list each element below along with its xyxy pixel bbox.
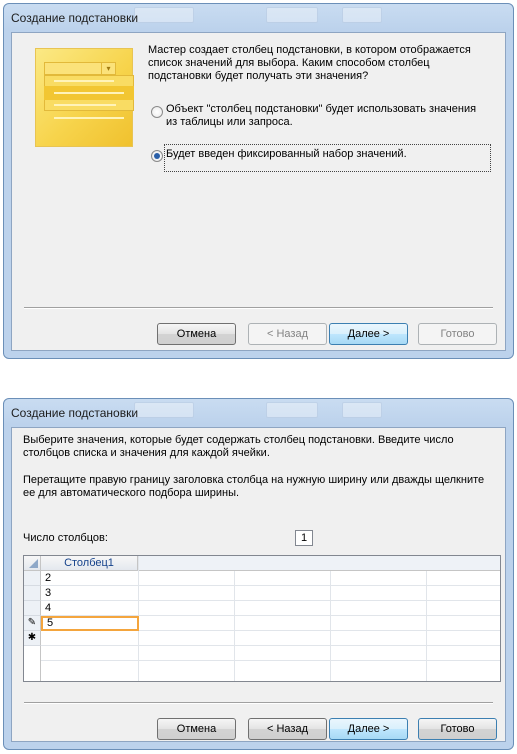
grid-cell-new[interactable] [42, 631, 138, 646]
dialog-body: Выберите значения, которые будет содержа… [11, 427, 506, 742]
finish-button[interactable]: Готово [418, 323, 497, 345]
columns-count-label: Число столбцов: [23, 532, 108, 544]
background-window-ghost [266, 7, 318, 23]
drag-hint-text: Перетащите правую границу заголовка стол… [23, 474, 484, 500]
header-filler [139, 556, 500, 571]
edit-pencil-icon[interactable]: ✎ [24, 616, 41, 631]
intro-line: подстановки будет получать эти значения? [148, 70, 369, 82]
combo-graphic: ▾ [44, 62, 116, 75]
row-selector[interactable] [24, 571, 41, 586]
lookup-wizard-step1-window: Создание подстановки ▾ Мастер создает ст… [3, 3, 514, 359]
cancel-button[interactable]: Отмена [157, 718, 236, 740]
background-window-ghost [134, 402, 194, 418]
intro-line: Мастер создает столбец подстановки, в ко… [148, 44, 471, 56]
line-graphic [54, 92, 124, 94]
background-window-ghost [342, 7, 382, 23]
column-header[interactable]: Столбец1 [41, 556, 138, 571]
back-button[interactable]: < Назад [248, 323, 327, 345]
background-window-ghost [342, 402, 382, 418]
separator [24, 702, 493, 704]
wizard-illustration: ▾ [35, 48, 134, 147]
radio-fixed-values[interactable] [151, 150, 163, 162]
grid-cell[interactable]: 2 [42, 571, 138, 586]
grid-cell[interactable]: 4 [42, 601, 138, 616]
instruction-line: Выберите значения, которые будет содержа… [23, 434, 454, 446]
next-button[interactable]: Далее > [329, 718, 408, 740]
option-line: Будет введен фиксированный набор значени… [166, 148, 407, 160]
dialog-body: ▾ Мастер создает столбец подстановки, в … [11, 32, 506, 351]
instruction-text: Выберите значения, которые будет содержа… [23, 434, 454, 460]
hint-line: Перетащите правую границу заголовка стол… [23, 474, 485, 486]
radio-table-query[interactable] [151, 106, 163, 118]
grid-cell[interactable]: 3 [42, 586, 138, 601]
values-grid[interactable]: Столбец1 ✎ ✱ 2 3 4 5 [23, 555, 501, 682]
hint-line: ее для автоматического подбора ширины. [23, 487, 240, 499]
background-window-ghost [266, 402, 318, 418]
row-selector[interactable] [24, 601, 41, 616]
cancel-button[interactable]: Отмена [157, 323, 236, 345]
window-title: Создание подстановки [11, 11, 139, 25]
back-button[interactable]: < Назад [248, 718, 327, 740]
next-button[interactable]: Далее > [329, 323, 408, 345]
separator [24, 307, 493, 309]
option-line: Объект "столбец подстановки" будет испол… [166, 103, 477, 115]
intro-text: Мастер создает столбец подстановки, в ко… [148, 44, 471, 83]
radio-fixed-values-label[interactable]: Будет введен фиксированный набор значени… [166, 148, 407, 161]
columns-count-input[interactable]: 1 [295, 530, 313, 546]
row-selector[interactable] [24, 586, 41, 601]
background-window-ghost [134, 7, 194, 23]
intro-line: список значений для выбора. Каким способ… [148, 57, 430, 69]
title-bar[interactable]: Создание подстановки [4, 399, 513, 427]
window-title: Создание подстановки [11, 406, 139, 420]
line-graphic [54, 104, 116, 106]
title-bar[interactable]: Создание подстановки [4, 4, 513, 32]
grid-cell-active[interactable]: 5 [41, 616, 139, 631]
new-row-asterisk-icon[interactable]: ✱ [24, 631, 41, 646]
radio-table-query-label[interactable]: Объект "столбец подстановки" будет испол… [166, 103, 476, 129]
instruction-line: столбцов списка и значения для каждой яч… [23, 447, 270, 459]
option-line: из таблицы или запроса. [166, 116, 293, 128]
row-selector-empty [24, 646, 41, 681]
line-graphic [54, 80, 114, 82]
lookup-wizard-step2-window: Создание подстановки Выберите значения, … [3, 398, 514, 750]
select-all-corner[interactable] [24, 556, 41, 571]
finish-button[interactable]: Готово [418, 718, 497, 740]
chevron-down-icon: ▾ [101, 63, 115, 74]
line-graphic [54, 117, 124, 119]
